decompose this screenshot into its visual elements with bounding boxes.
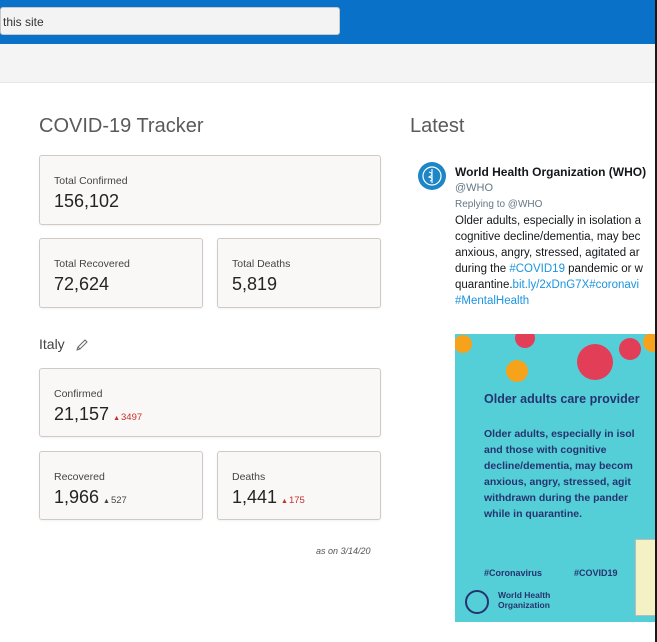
- command-bar: [0, 44, 657, 83]
- poster-line: decline/dementia, may becom: [484, 460, 633, 472]
- tracker-title: COVID-19 Tracker: [39, 115, 204, 137]
- country-deaths-value: 1,441: [232, 487, 278, 507]
- poster-tag-coronavirus: #Coronavirus: [484, 568, 543, 578]
- poster-org-line: Organization: [498, 600, 550, 610]
- country-confirmed-label: Confirmed: [54, 388, 103, 400]
- country-recovered-delta: ▲527: [103, 495, 127, 506]
- total-recovered-label: Total Recovered: [54, 258, 130, 270]
- country-confirmed-card: Confirmed 21,157 ▲3497: [39, 368, 381, 437]
- country-recovered-card: Recovered 1,966 ▲527: [39, 451, 203, 520]
- country-confirmed-delta: ▲3497: [113, 412, 142, 423]
- total-recovered-card: Total Recovered 72,624: [39, 238, 203, 308]
- tweet-image-poster[interactable]: Older adults care provider Older adults,…: [455, 334, 657, 622]
- tweet-line: anxious, angry, stressed, agitated ar: [455, 247, 640, 259]
- tweet-text: during the: [455, 263, 510, 275]
- who-emblem-icon: [422, 166, 442, 186]
- country-recovered-value: 1,966: [54, 487, 100, 507]
- total-confirmed-value: 156,102: [54, 191, 120, 211]
- total-recovered-value: 72,624: [54, 274, 110, 294]
- poster-org-line: World Health: [498, 590, 551, 600]
- total-deaths-label: Total Deaths: [232, 258, 291, 270]
- search-placeholder: this site: [3, 15, 44, 29]
- country-deaths-delta: ▲175: [281, 495, 305, 506]
- total-confirmed-card: Total Confirmed 156,102: [39, 155, 381, 225]
- tweet-text: quarantine.: [455, 279, 513, 291]
- covid19-hashtag-link[interactable]: #COVID19: [509, 263, 565, 275]
- poster-line: while in quarantine.: [484, 508, 583, 520]
- country-recovered-value-row: 1,966 ▲527: [54, 487, 127, 508]
- up-triangle-icon: ▲: [113, 415, 120, 422]
- as-on-date: as on 3/14/20: [316, 546, 371, 556]
- poster-line: and those with cognitive: [484, 444, 607, 456]
- total-deaths-card: Total Deaths 5,819: [217, 238, 381, 308]
- country-name: Italy: [39, 336, 65, 352]
- country-confirmed-delta-value: 3497: [121, 412, 143, 423]
- total-confirmed-label: Total Confirmed: [54, 175, 128, 187]
- bitly-link[interactable]: bit.ly/2xDnG7X#coronavi: [513, 279, 640, 291]
- country-deaths-delta-value: 175: [288, 495, 305, 506]
- tweet-author-name[interactable]: World Health Organization (WHO): [455, 165, 646, 179]
- poster-heading: Older adults care provider: [484, 392, 640, 406]
- country-deaths-card: Deaths 1,441 ▲175: [217, 451, 381, 520]
- country-deaths-value-row: 1,441 ▲175: [232, 487, 305, 508]
- up-triangle-icon: ▲: [281, 498, 288, 505]
- poster-decoration: [455, 334, 657, 382]
- tweet-line: Older adults, especially in isolation a: [455, 215, 642, 227]
- poster-body: Older adults, especially in isol and tho…: [484, 426, 635, 522]
- country-confirmed-value-row: 21,157 ▲3497: [54, 404, 142, 425]
- tweet-line: quarantine.bit.ly/2xDnG7X#coronavi: [455, 277, 657, 293]
- total-deaths-value: 5,819: [232, 274, 278, 294]
- poster-tag-covid19: #COVID19: [574, 568, 618, 578]
- country-recovered-delta-value: 527: [110, 495, 127, 506]
- edit-pencil-icon[interactable]: [75, 338, 89, 352]
- poster-org: World Health Organization: [498, 590, 550, 610]
- tweet-reply-context: Replying to @WHO: [455, 199, 543, 210]
- tweet-line: cognitive decline/dementia, may bec: [455, 231, 641, 243]
- up-triangle-icon: ▲: [103, 498, 110, 505]
- tweet-body: Older adults, especially in isolation a …: [455, 213, 657, 309]
- tweet-text: pandemic or w: [564, 263, 643, 275]
- poster-line: anxious, angry, stressed, agit: [484, 476, 631, 488]
- who-logo-icon: [465, 590, 489, 614]
- country-recovered-label: Recovered: [54, 471, 105, 483]
- who-avatar[interactable]: [418, 162, 446, 190]
- poster-line: withdrawn during the pander: [484, 492, 629, 504]
- latest-title: Latest: [410, 115, 465, 137]
- country-confirmed-value: 21,157: [54, 404, 110, 424]
- poster-line: Older adults, especially in isol: [484, 428, 635, 440]
- tweet-line: during the #COVID19 pandemic or w: [455, 261, 657, 277]
- mentalhealth-hashtag-link[interactable]: #MentalHealth: [455, 295, 529, 307]
- tweet-line: #MentalHealth: [455, 293, 657, 309]
- booklet-thumbnail: [635, 539, 657, 616]
- country-deaths-label: Deaths: [232, 471, 266, 483]
- site-search-box[interactable]: this site: [0, 7, 340, 35]
- tweet-author-handle[interactable]: @WHO: [455, 182, 493, 194]
